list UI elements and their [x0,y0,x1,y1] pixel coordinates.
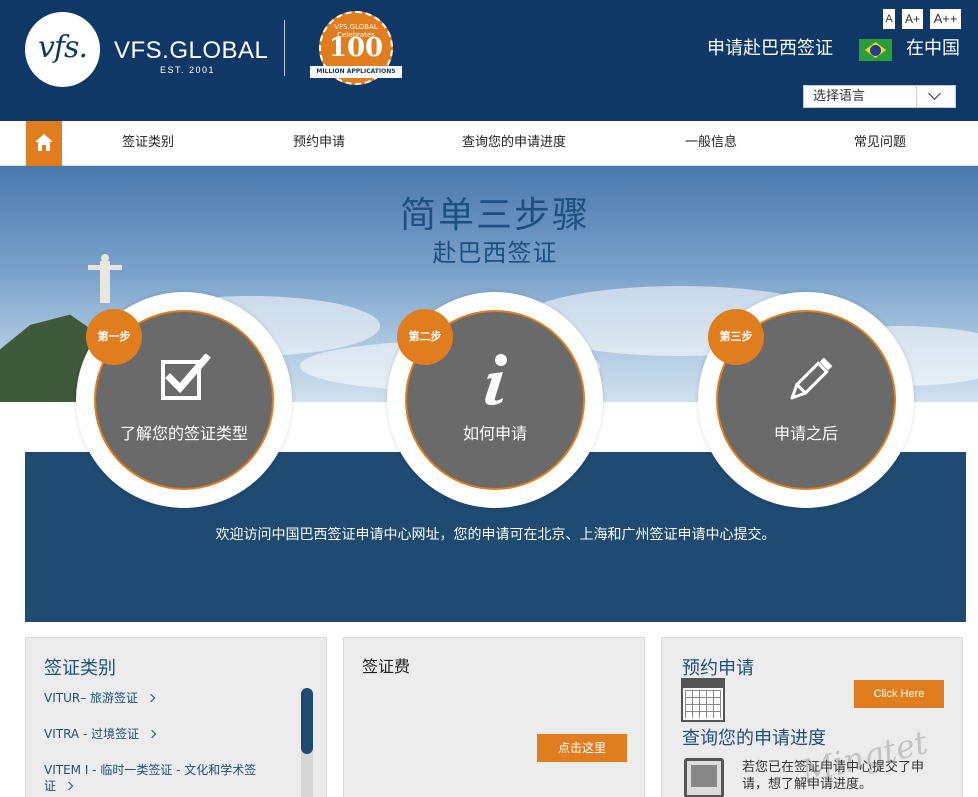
scrollbar-thumb[interactable] [301,688,313,754]
language-select-value: 选择语言 [813,89,866,104]
language-select-divider [916,86,917,107]
celebration-badge: VFS.GLOBAL Celebrates 100 MILLION APPLIC… [310,11,402,89]
step-2-label: 如何申请 [462,424,527,443]
step-2-circle: 如何申请 第二步 [387,292,603,508]
step-3-badge: 第三步 [708,309,764,365]
nav-item-general-info[interactable]: 一般信息 [685,121,737,166]
step-1-circle: 了解您的签证类型 第一步 [76,292,292,508]
logo-name: VFS.GLOBAL [114,37,269,64]
home-button[interactable] [26,121,62,166]
header-divider [284,20,285,76]
visa-item-vitem-i-cont[interactable]: 证 [44,777,74,794]
visa-types-panel: 签证类别 VITUR– 旅游签证 VITRA - 过境签证 VITEM I - … [25,637,327,797]
visa-item-vitur[interactable]: VITUR– 旅游签证 [44,689,156,706]
step-3-circle: 申请之后 第三步 [698,292,914,508]
step-2-badge: 第二步 [397,309,453,365]
nav-item-visa-types[interactable]: 签证类别 [122,121,174,166]
visa-fee-button[interactable]: 点击这里 [537,734,627,762]
visa-item-vitem-i[interactable]: VITEM I - 临时一类签证 - 文化和学术签 [44,761,256,778]
main-nav: 签证类别 预约申请 查询您的申请进度 一般信息 常见问题 [0,121,978,166]
nav-item-faq[interactable]: 常见问题 [854,121,906,166]
vfs-logo[interactable]: vfs. [25,12,100,87]
chevron-right-icon [147,729,157,739]
step-3-label: 申请之后 [773,424,838,443]
site-header: vfs. VFS.GLOBAL EST. 2001 VFS.GLOBAL Cel… [0,0,978,121]
header-title: 申请赴巴西签证 [707,38,833,59]
logo-mark: vfs. [38,30,88,65]
language-select[interactable]: 选择语言 [803,85,956,108]
visa-types-title: 签证类别 [44,658,116,679]
calendar-icon-header [683,680,723,688]
home-icon [35,134,53,142]
visa-item-label: VITRA - 过境签证 [44,727,140,741]
track-title[interactable]: 查询您的申请进度 [682,724,826,750]
hero-title: 简单三步骤 [399,195,590,236]
nav-item-track-application[interactable]: 查询您的申请进度 [462,121,566,166]
pencil-icon [790,357,833,400]
calendar-icon-grid [685,690,721,718]
visa-item-label: VITUR– 旅游签证 [44,691,139,705]
font-size-xlarge-button[interactable]: A++ [930,9,961,29]
nav-item-appointment[interactable]: 预约申请 [293,121,345,166]
font-size-normal-button[interactable]: A [883,9,895,29]
hero-subtitle: 赴巴西签证 [432,239,558,267]
step-1-badge: 第一步 [86,309,142,365]
appointment-click-here-button[interactable]: Click Here [854,680,944,708]
welcome-text: 欢迎访问中国巴西签证申请中心网址，您的申请可在北京、上海和广州签证申请中心提交。 [215,527,776,543]
badge-ribbon: MILLION APPLICATIONS [310,66,402,78]
info-icon [485,354,507,406]
visa-item-label: 证 [44,779,57,793]
badge-number: 100 [328,33,384,63]
home-icon-door [42,145,46,151]
flag-circle [870,45,881,56]
font-size-large-button[interactable]: A+ [902,9,923,29]
chevron-down-icon [928,87,941,100]
visa-fee-panel: 签证费 点击这里 [343,637,645,797]
chevron-right-icon [64,781,74,791]
visa-fee-title: 签证费 [362,657,411,676]
header-location: 在中国 [906,38,960,59]
chevron-right-icon [146,693,156,703]
checkbox-icon [161,354,211,400]
logo-est: EST. 2001 [160,65,216,75]
visa-item-vitra[interactable]: VITRA - 过境签证 [44,725,157,742]
visa-item-label: VITEM I - 临时一类签证 - 文化和学术签 [44,763,257,777]
brazil-flag-icon [859,39,892,61]
step-1-label: 了解您的签证类型 [119,424,248,443]
calendar-icon [681,678,725,722]
appointment-title: 预约申请 [682,658,754,679]
monitor-icon [684,758,724,797]
monitor-icon-screen [691,765,717,787]
